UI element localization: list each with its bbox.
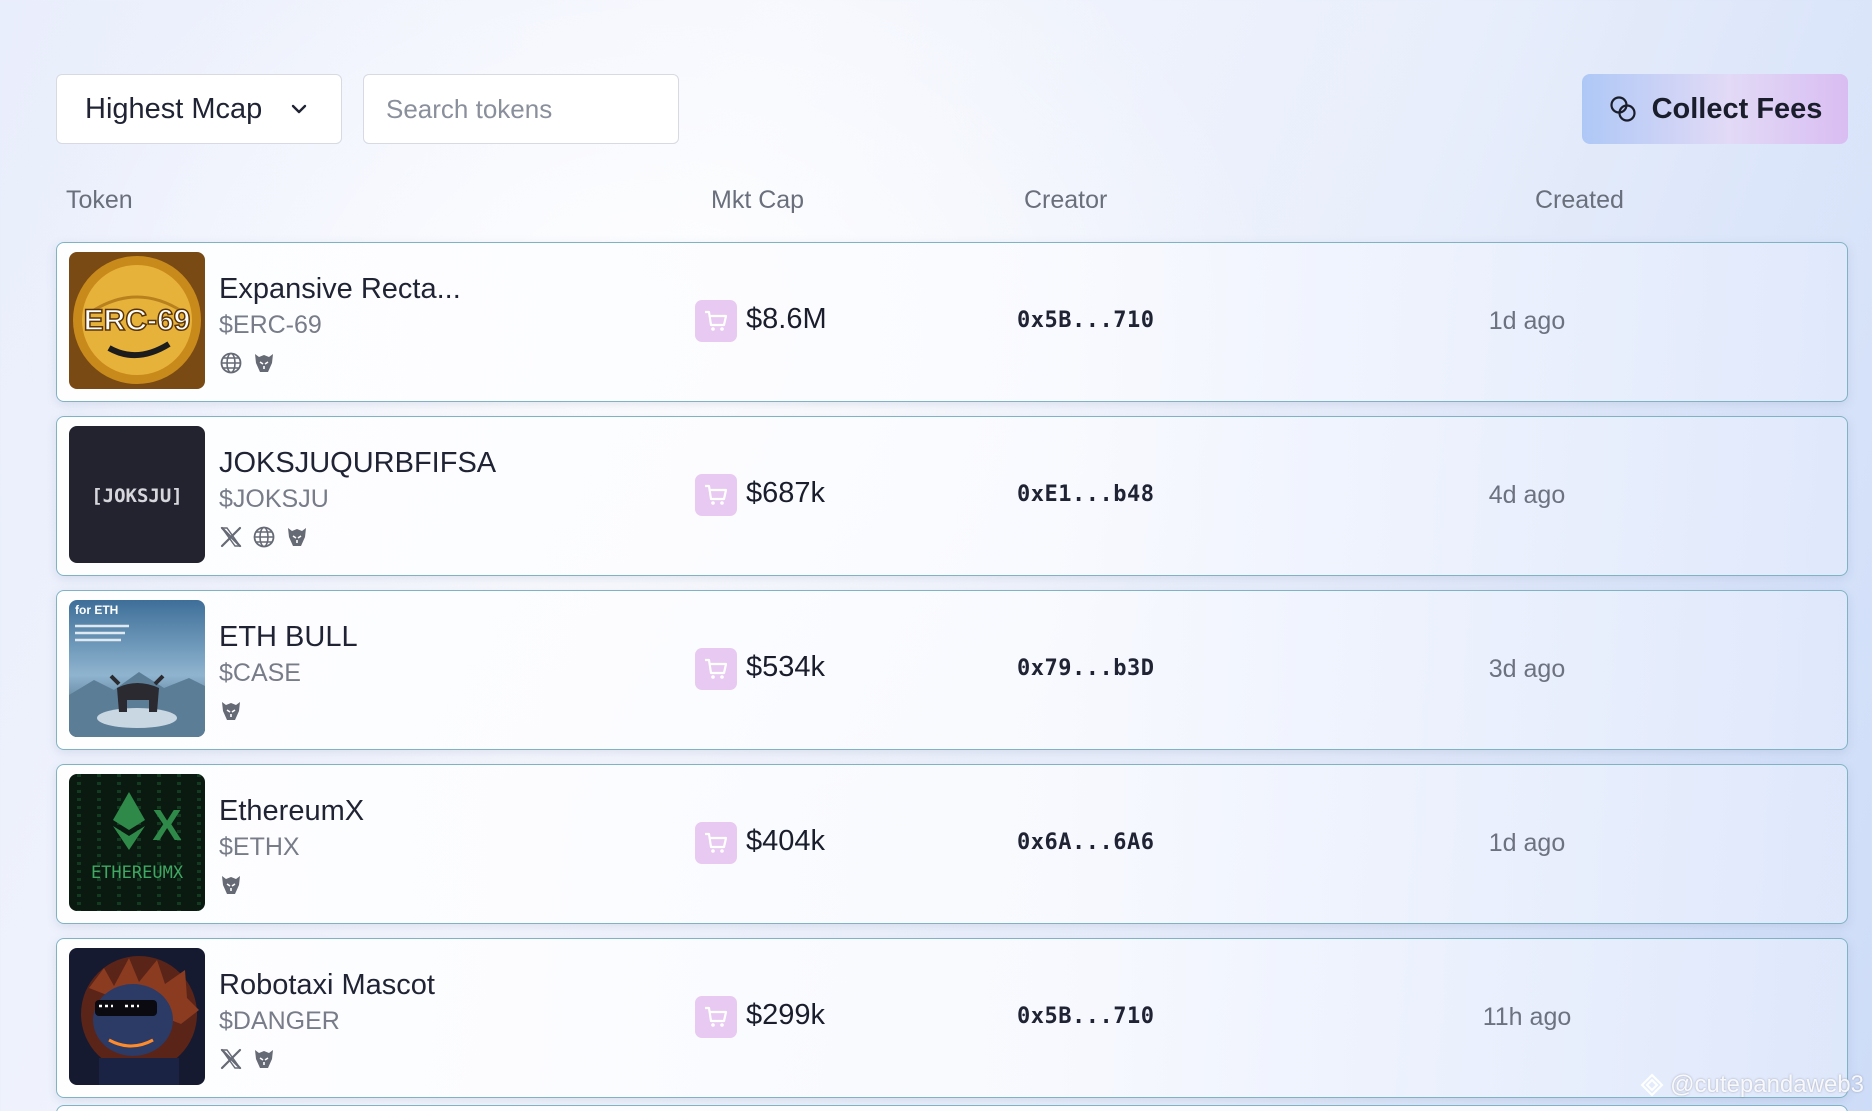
created-time: 1d ago: [1488, 307, 1566, 335]
buy-button[interactable]: [695, 996, 737, 1038]
token-symbol: $CASE: [219, 659, 301, 687]
token-symbol: $ERC-69: [219, 311, 322, 339]
farcaster-icon[interactable]: [252, 1047, 276, 1071]
token-image: [JOKSJU]: [69, 426, 205, 563]
token-row[interactable]: for ETH ETH BULL $CASE $534k 0x79...b3D …: [56, 590, 1848, 750]
watermark-text: @cutepandaweb3: [1670, 1071, 1864, 1098]
farcaster-icon[interactable]: [285, 525, 309, 549]
token-image: X ETHEREUMX: [69, 774, 205, 911]
collect-fees-label: Collect Fees: [1651, 92, 1823, 125]
token-symbol: $ETHX: [219, 833, 300, 861]
cart-icon: [705, 832, 728, 853]
token-name[interactable]: ETH BULL: [219, 621, 358, 654]
created-time: 1d ago: [1488, 829, 1566, 857]
cart-icon: [705, 484, 728, 505]
token-name[interactable]: Expansive Recta...: [219, 273, 461, 306]
watermark-logo-icon: [1640, 1073, 1664, 1097]
token-symbol: $DANGER: [219, 1007, 340, 1035]
creator-address[interactable]: 0x6A...6A6: [1017, 830, 1154, 855]
token-name[interactable]: Robotaxi Mascot: [219, 969, 435, 1002]
created-time: 3d ago: [1488, 655, 1566, 683]
column-header-created[interactable]: Created: [1535, 186, 1624, 215]
column-header-creator[interactable]: Creator: [1024, 186, 1107, 215]
svg-text:[JOKSJU]: [JOKSJU]: [91, 485, 183, 507]
token-name[interactable]: JOKSJUQURBFIFSA: [219, 447, 496, 480]
cart-icon: [705, 310, 728, 331]
market-cap: $534k: [746, 651, 826, 683]
farcaster-icon[interactable]: [219, 873, 243, 897]
column-header-token[interactable]: Token: [66, 186, 133, 215]
token-row[interactable]: X ETHEREUMX EthereumX $ETHX $404k 0x6A..…: [56, 764, 1848, 924]
creator-address[interactable]: 0x79...b3D: [1017, 656, 1154, 681]
token-row[interactable]: ERC-69 Expansive Recta... $ERC-69 $8.6M …: [56, 242, 1848, 402]
globe-icon[interactable]: [219, 351, 243, 375]
market-cap: $404k: [746, 825, 826, 857]
sort-dropdown[interactable]: Highest Mcap: [56, 74, 342, 144]
token-row-partial[interactable]: [56, 1105, 1848, 1111]
svg-text:ERC-69: ERC-69: [84, 304, 191, 337]
token-name[interactable]: EthereumX: [219, 795, 364, 828]
globe-icon[interactable]: [252, 525, 276, 549]
search-input[interactable]: [363, 74, 679, 144]
token-image: for ETH: [69, 600, 205, 737]
buy-button[interactable]: [695, 300, 737, 342]
watermark: @cutepandaweb3: [1640, 1071, 1864, 1099]
svg-text:for ETH: for ETH: [75, 603, 118, 617]
token-symbol: $JOKSJU: [219, 485, 329, 513]
collect-fees-button[interactable]: Collect Fees: [1582, 74, 1848, 144]
cart-icon: [705, 1006, 728, 1027]
coins-icon: [1609, 96, 1636, 122]
column-header-mkt-cap[interactable]: Mkt Cap: [711, 186, 804, 215]
created-time: 4d ago: [1488, 481, 1566, 509]
buy-button[interactable]: [695, 474, 737, 516]
sort-dropdown-label: Highest Mcap: [85, 92, 263, 125]
chevron-down-icon: [291, 104, 307, 114]
svg-text:X: X: [152, 801, 181, 850]
farcaster-icon[interactable]: [252, 351, 276, 375]
creator-address[interactable]: 0x5B...710: [1017, 1004, 1154, 1029]
market-cap: $8.6M: [746, 303, 827, 335]
market-cap: $299k: [746, 999, 826, 1031]
buy-button[interactable]: [695, 648, 737, 690]
cart-icon: [705, 658, 728, 679]
creator-address[interactable]: 0xE1...b48: [1017, 482, 1154, 507]
creator-address[interactable]: 0x5B...710: [1017, 308, 1154, 333]
farcaster-icon[interactable]: [219, 699, 243, 723]
token-row[interactable]: [JOKSJU] JOKSJUQURBFIFSA $JOKSJU $687k 0…: [56, 416, 1848, 576]
token-image: [69, 948, 205, 1085]
created-time: 11h ago: [1482, 1003, 1572, 1031]
svg-text:ETHEREUMX: ETHEREUMX: [91, 863, 184, 883]
market-cap: $687k: [746, 477, 826, 509]
buy-button[interactable]: [695, 822, 737, 864]
token-row[interactable]: Robotaxi Mascot $DANGER $299k 0x5B...710…: [56, 938, 1848, 1098]
token-image: ERC-69: [69, 252, 205, 389]
x-icon[interactable]: [219, 525, 243, 549]
x-icon[interactable]: [219, 1047, 243, 1071]
